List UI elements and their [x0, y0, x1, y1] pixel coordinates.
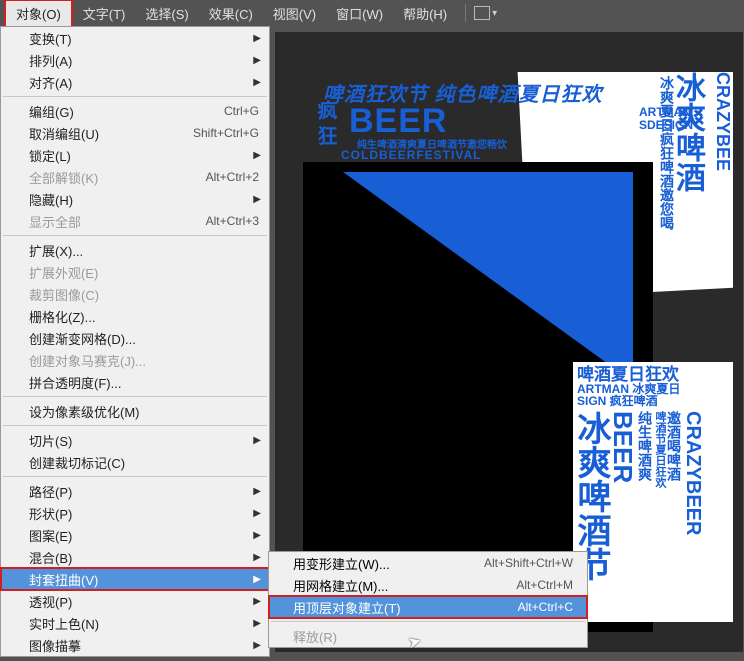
dd-hide[interactable]: 隐藏(H)▶ — [1, 188, 269, 210]
separator — [3, 235, 267, 236]
dd-shape[interactable]: 形状(P)▶ — [1, 502, 269, 524]
chevron-right-icon: ▶ — [253, 574, 261, 585]
chevron-right-icon: ▶ — [253, 55, 261, 66]
art-panel: 啤酒夏日狂欢 ARTMAN 冰爽夏日 SIGN 疯狂啤酒 冰爽啤酒节 BEER … — [573, 362, 733, 622]
dd-expand[interactable]: 扩展(X)... — [1, 239, 269, 261]
chevron-right-icon: ▶ — [253, 530, 261, 541]
sub-top-object[interactable]: 用顶层对象建立(T)Alt+Ctrl+C — [269, 596, 587, 618]
art-col3: 冰爽夏日疯狂啤酒邀您喝 — [655, 76, 677, 230]
separator — [3, 96, 267, 97]
dd-blend[interactable]: 混合(B)▶ — [1, 546, 269, 568]
art-fest: COLDBEERFESTIVAL — [341, 148, 481, 162]
dd-align[interactable]: 对齐(A)▶ — [1, 71, 269, 93]
dd-raster[interactable]: 栅格化(Z)... — [1, 305, 269, 327]
dd-pixopt[interactable]: 设为像素级优化(M) — [1, 400, 269, 422]
panel-cols: 冰爽啤酒节 BEER 纯生啤酒爽 啤酒节夏日狂欢 邀酒喝啤酒 CRAZYBEER — [573, 407, 733, 597]
chevron-right-icon: ▶ — [253, 486, 261, 497]
chevron-right-icon: ▶ — [253, 435, 261, 446]
menu-window[interactable]: 窗口(W) — [326, 1, 393, 26]
panel-sgn: SIGN 疯狂啤酒 — [573, 395, 733, 407]
separator — [3, 425, 267, 426]
chevron-right-icon: ▶ — [253, 618, 261, 629]
dd-crop[interactable]: 裁剪图像(C) — [1, 283, 269, 305]
menu-effect[interactable]: 效果(C) — [199, 1, 263, 26]
dd-mosaic[interactable]: 创建对象马赛克(J)... — [1, 349, 269, 371]
dd-gradmesh[interactable]: 创建渐变网格(D)... — [1, 327, 269, 349]
dd-arrange[interactable]: 排列(A)▶ — [1, 49, 269, 71]
dd-flat[interactable]: 拼合透明度(F)... — [1, 371, 269, 393]
dd-path[interactable]: 路径(P)▶ — [1, 480, 269, 502]
chevron-right-icon: ▶ — [253, 150, 261, 161]
dd-pattern[interactable]: 图案(E)▶ — [1, 524, 269, 546]
dd-trim[interactable]: 创建裁切标记(C) — [1, 451, 269, 473]
dd-slice[interactable]: 切片(S)▶ — [1, 429, 269, 451]
dd-trace[interactable]: 图像描摹▶ — [1, 634, 269, 656]
dd-expapp[interactable]: 扩展外观(E) — [1, 261, 269, 283]
divider — [465, 4, 466, 22]
art-triangle — [343, 172, 633, 382]
dd-livepaint[interactable]: 实时上色(N)▶ — [1, 612, 269, 634]
separator — [3, 396, 267, 397]
chevron-right-icon: ▶ — [253, 194, 261, 205]
dd-perspective[interactable]: 透视(P)▶ — [1, 590, 269, 612]
art-feng: 疯 狂 — [311, 100, 340, 146]
dd-unlockall[interactable]: 全部解锁(K)Alt+Ctrl+2 — [1, 166, 269, 188]
separator — [271, 621, 585, 622]
chevron-right-icon: ▶ — [253, 77, 261, 88]
sub-release[interactable]: 释放(R) — [269, 625, 587, 647]
dd-lock[interactable]: 锁定(L)▶ — [1, 144, 269, 166]
essentials-icon[interactable] — [474, 6, 490, 20]
sub-mesh[interactable]: 用网格建立(M)...Alt+Ctrl+M — [269, 574, 587, 596]
chevron-right-icon: ▶ — [253, 596, 261, 607]
envelope-submenu: 用变形建立(W)...Alt+Shift+Ctrl+W 用网格建立(M)...A… — [268, 551, 588, 648]
chevron-down-icon[interactable]: ▾ — [492, 8, 497, 19]
sub-warp[interactable]: 用变形建立(W)...Alt+Shift+Ctrl+W — [269, 552, 587, 574]
art-col-crazy: CRAZYBEE — [711, 72, 733, 171]
menu-object[interactable]: 对象(O) — [4, 0, 73, 28]
panel-row1: 啤酒夏日狂欢 — [573, 362, 733, 383]
artwork: 啤酒狂欢节 纯色啤酒夏日狂欢 疯 狂 BEER ARTMANSDESIGN 纯生… — [303, 72, 733, 632]
separator — [3, 476, 267, 477]
dd-showall[interactable]: 显示全部Alt+Ctrl+3 — [1, 210, 269, 232]
dd-transform[interactable]: 变换(T)▶ — [1, 27, 269, 49]
menu-select[interactable]: 选择(S) — [135, 1, 198, 26]
dd-ungroup[interactable]: 取消编组(U)Shift+Ctrl+G — [1, 122, 269, 144]
menu-text[interactable]: 文字(T) — [73, 1, 136, 26]
menu-view[interactable]: 视图(V) — [263, 1, 326, 26]
dd-envelope[interactable]: 封套扭曲(V)▶ — [1, 568, 269, 590]
chevron-right-icon: ▶ — [253, 640, 261, 651]
chevron-right-icon: ▶ — [253, 552, 261, 563]
chevron-right-icon: ▶ — [253, 508, 261, 519]
chevron-right-icon: ▶ — [253, 33, 261, 44]
dd-group[interactable]: 编组(G)Ctrl+G — [1, 100, 269, 122]
object-dropdown: 变换(T)▶ 排列(A)▶ 对齐(A)▶ 编组(G)Ctrl+G 取消编组(U)… — [0, 26, 270, 657]
art-col1: 冰爽啤酒 — [687, 72, 709, 192]
menu-bar: 对象(O) 文字(T) 选择(S) 效果(C) 视图(V) 窗口(W) 帮助(H… — [0, 0, 744, 26]
menu-help[interactable]: 帮助(H) — [393, 1, 457, 26]
